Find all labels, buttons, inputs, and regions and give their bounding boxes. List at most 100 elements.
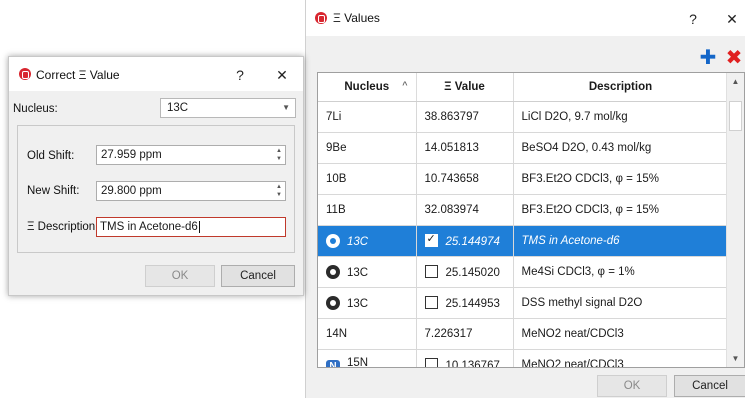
nucleus-cell: 13C <box>318 287 417 319</box>
table-header-row: Nucleus ^ Ξ Value Description <box>318 73 729 102</box>
nucleus-cell: 9Be <box>318 132 417 164</box>
app-logo-icon <box>19 68 31 80</box>
nucleus-cell: N 15N <box>318 349 417 368</box>
carbon-icon <box>326 296 340 310</box>
x-icon: ✖ <box>725 47 743 69</box>
scroll-up-icon[interactable]: ▲ <box>727 73 744 90</box>
remove-value-button[interactable]: ✖ <box>724 48 744 68</box>
table-row[interactable]: 14N 7.226317 MeNO2 neat/CDCl3 <box>318 318 729 350</box>
column-header-description[interactable]: Description <box>513 73 729 102</box>
old-shift-label: Old Shift: <box>27 150 75 162</box>
values-dialog: Ξ Values ? ✕ ✚ ✖ Nucleus ^ Ξ Value Descri… <box>305 0 745 398</box>
value-cell: 10.743658 <box>416 163 514 195</box>
default-checkbox[interactable] <box>424 232 438 247</box>
table-row[interactable]: 13C 25.144953 DSS methyl signal D2O <box>318 287 729 319</box>
xi-value-text: 10.743658 <box>424 173 479 185</box>
nucleus-text: 13C <box>347 236 369 248</box>
value-cell: 25.144974 <box>416 225 514 257</box>
nucleus-text: 7Li <box>326 111 342 123</box>
values-dialog-title: Ξ Values <box>333 11 380 25</box>
description-input[interactable]: TMS in Acetone-d6 <box>96 217 286 237</box>
table-row[interactable]: 10B 10.743658 BF3.Et2O CDCl3, φ = 15% <box>318 163 729 195</box>
column-header-nucleus[interactable]: Nucleus ^ <box>318 73 417 102</box>
value-cell: 32.083974 <box>416 194 514 226</box>
nucleus-cell: 14N <box>318 318 417 350</box>
spin-arrows-icon[interactable]: ▲ ▼ <box>276 147 282 163</box>
carbon-icon <box>326 234 340 248</box>
value-cell: 25.145020 <box>416 256 514 288</box>
description-value: TMS in Acetone-d6 <box>100 221 198 233</box>
nucleus-label: Nucleus: <box>13 103 58 115</box>
nitrogen-icon: N <box>326 359 340 367</box>
close-button[interactable]: ✕ <box>723 11 741 27</box>
spin-arrows-icon[interactable]: ▲ ▼ <box>276 183 282 199</box>
close-button[interactable]: ✕ <box>273 67 291 83</box>
correct-cancel-button[interactable]: Cancel <box>221 265 295 287</box>
nucleus-text: 15N <box>347 356 369 368</box>
table-row[interactable]: 11B 32.083974 BF3.Et2O CDCl3, φ = 15% <box>318 194 729 226</box>
description-cell: Me4Si CDCl3, φ = 1% <box>513 256 729 288</box>
values-cancel-button[interactable]: Cancel <box>674 375 745 397</box>
default-checkbox[interactable] <box>424 265 438 278</box>
nucleus-cell: 7Li <box>318 101 417 133</box>
nucleus-text: 13C <box>347 298 369 310</box>
xi-value-text: 10.136767 <box>445 360 500 368</box>
description-cell: BeSO4 D2O, 0.43 mol/kg <box>513 132 729 164</box>
value-cell: 10.136767 <box>416 349 514 368</box>
description-cell: MeNO2 neat/CDCl3 <box>513 318 729 350</box>
nucleus-text: 9Be <box>326 142 347 154</box>
xi-value-text: 38.863797 <box>424 111 479 123</box>
values-title-bar: Ξ Values ? ✕ <box>306 0 745 36</box>
text-caret <box>198 221 200 233</box>
description-cell: BF3.Et2O CDCl3, φ = 15% <box>513 194 729 226</box>
description-cell: MeNO2 neat/CDCl3 <box>513 349 729 367</box>
table-row[interactable]: 13C 25.144974 TMS in Acetone-d6 <box>318 225 729 257</box>
plus-icon: ✚ <box>699 47 717 69</box>
sort-ascending-icon: ^ <box>402 80 408 90</box>
value-cell: 25.144953 <box>416 287 514 319</box>
table-row[interactable]: 9Be 14.051813 BeSO4 D2O, 0.43 mol/kg <box>318 132 729 164</box>
nucleus-text: 10B <box>326 173 347 185</box>
values-table: Nucleus ^ Ξ Value Description 7Li 38.86379… <box>317 72 745 368</box>
nucleus-cell: 10B <box>318 163 417 195</box>
xi-value-text: 7.226317 <box>424 328 473 340</box>
xi-value-text: 32.083974 <box>424 204 479 216</box>
carbon-icon <box>326 265 340 279</box>
correct-ok-button[interactable]: OK <box>145 265 215 287</box>
value-cell: 7.226317 <box>416 318 514 350</box>
nucleus-cell: 11B <box>318 194 417 226</box>
correct-dialog-title: Correct Ξ Value <box>36 68 120 82</box>
nucleus-text: 11B <box>326 204 346 216</box>
app-logo-icon <box>315 12 327 24</box>
description-label: Ξ Description: <box>27 221 99 233</box>
xi-value-text: 25.144974 <box>445 236 500 248</box>
correct-title-bar: Correct Ξ Value ? ✕ <box>9 57 303 91</box>
scrollbar-thumb[interactable] <box>729 101 742 131</box>
new-shift-spinbox[interactable]: 29.800 ppm ▲ ▼ <box>96 181 286 201</box>
vertical-scrollbar[interactable]: ▲ ▼ <box>726 73 744 367</box>
default-checkbox[interactable] <box>424 296 438 309</box>
help-button[interactable]: ? <box>231 67 249 83</box>
nucleus-dropdown[interactable]: 13C ▼ <box>160 98 296 118</box>
table-row[interactable]: 13C 25.145020 Me4Si CDCl3, φ = 1% <box>318 256 729 288</box>
old-shift-value: 27.959 ppm <box>101 149 162 161</box>
table-row[interactable]: 7Li 38.863797 LiCl D2O, 9.7 mol/kg <box>318 101 729 133</box>
column-header-value[interactable]: Ξ Value <box>416 73 514 102</box>
nucleus-text: 14N <box>326 328 348 340</box>
values-ok-button[interactable]: OK <box>597 375 667 397</box>
chevron-down-icon: ▼ <box>282 103 290 112</box>
nucleus-text: 13C <box>347 267 369 279</box>
new-shift-label: New Shift: <box>27 185 80 197</box>
value-cell: 38.863797 <box>416 101 514 133</box>
xi-value-text: 25.144953 <box>445 298 500 310</box>
description-cell: DSS methyl signal D2O <box>513 287 729 319</box>
nucleus-value: 13C <box>167 102 189 114</box>
default-checkbox[interactable] <box>424 358 438 367</box>
scroll-down-icon[interactable]: ▼ <box>727 350 744 367</box>
help-button[interactable]: ? <box>684 11 702 27</box>
description-cell: LiCl D2O, 9.7 mol/kg <box>513 101 729 133</box>
nucleus-cell: 13C <box>318 256 417 288</box>
table-row[interactable]: N 15N 10.136767 MeNO2 neat/CDCl3 <box>318 349 729 368</box>
add-value-button[interactable]: ✚ <box>698 48 718 68</box>
old-shift-spinbox[interactable]: 27.959 ppm ▲ ▼ <box>96 145 286 165</box>
